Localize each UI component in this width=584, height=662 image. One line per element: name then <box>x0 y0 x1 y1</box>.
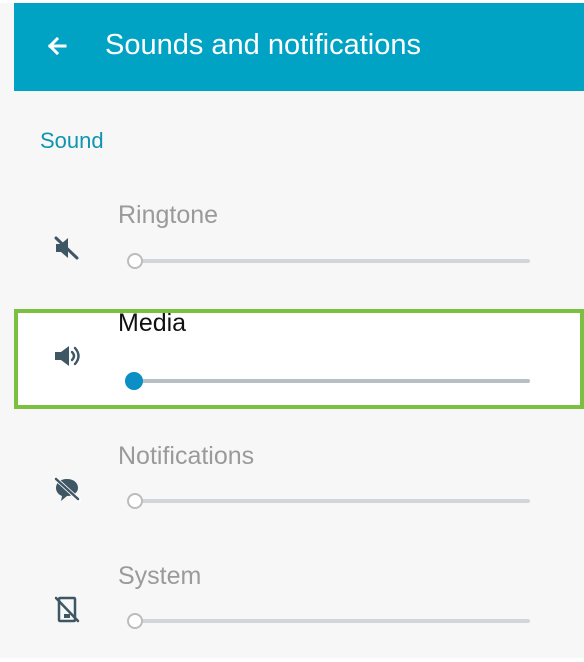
notifications-slider-thumb[interactable] <box>127 493 143 509</box>
media-label: Media <box>118 309 187 337</box>
ringtone-slider-thumb[interactable] <box>127 253 143 269</box>
notifications-off-icon <box>53 476 81 502</box>
system-sound-off-icon <box>54 596 80 623</box>
notifications-volume-row[interactable]: Notifications <box>14 442 584 542</box>
system-volume-slider[interactable] <box>127 611 530 631</box>
muted-speaker-icon <box>54 236 79 260</box>
speaker-icon <box>55 346 80 366</box>
system-label: System <box>118 562 202 590</box>
media-slider-thumb[interactable] <box>125 372 143 390</box>
notifications-volume-slider[interactable] <box>127 491 530 511</box>
media-volume-row[interactable]: Media <box>14 309 584 409</box>
system-slider-track <box>134 619 530 623</box>
ringtone-label: Ringtone <box>118 201 219 229</box>
media-volume-slider[interactable] <box>125 371 530 391</box>
system-volume-row[interactable]: System <box>14 562 584 662</box>
ringtone-slider-track <box>134 259 530 263</box>
app-bar: Sounds and notifications <box>14 3 584 91</box>
notifications-slider-track <box>134 499 530 503</box>
arrow-left-icon <box>47 36 67 56</box>
notifications-label: Notifications <box>118 442 255 470</box>
sound-section-heading: Sound <box>40 128 104 153</box>
system-slider-thumb[interactable] <box>127 613 143 629</box>
sounds-and-notifications-screen: Sounds and notifications Sound Ringtone … <box>0 0 584 658</box>
ringtone-volume-slider[interactable] <box>127 251 530 271</box>
ringtone-volume-row[interactable]: Ringtone <box>14 201 584 301</box>
media-slider-track <box>134 379 530 383</box>
back-button[interactable] <box>38 23 82 67</box>
page-title: Sounds and notifications <box>105 29 421 61</box>
